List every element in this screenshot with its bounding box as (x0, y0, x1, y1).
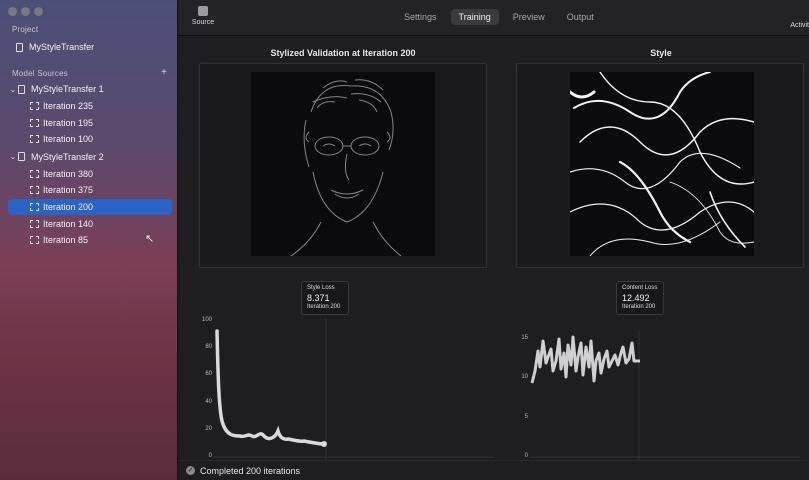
content-loss-iteration: Iteration 200 (622, 303, 656, 310)
iteration-label: Iteration 200 (43, 202, 94, 212)
validation-title: Stylized Validation at Iteration 200 (270, 48, 416, 58)
style-loss-tooltip: Style Loss 8.371 Iteration 200 (301, 281, 349, 316)
iteration-item[interactable]: Iteration 380 (8, 166, 172, 182)
style-loss-ytick: 40 (205, 398, 212, 405)
add-model-source-button[interactable]: + (161, 67, 167, 78)
snapshot-icon (30, 102, 39, 110)
iteration-label: Iteration 375 (43, 185, 94, 196)
iteration-label: Iteration 100 (43, 134, 94, 145)
iteration-label: Iteration 140 (43, 218, 94, 229)
style-image-frame (516, 63, 804, 268)
sidebar: Project MyStyleTransfer Model Sources + … (0, 0, 178, 480)
model-source-item[interactable]: ⌄ MyStyleTransfer 1 (8, 81, 172, 97)
iteration-item[interactable]: Iteration 140 (8, 216, 172, 232)
content-loss-ytick: 5 (524, 413, 528, 420)
style-loss-ytick: 60 (205, 371, 212, 378)
style-loss-ytick: 0 (208, 453, 212, 459)
content-loss-value: 12.492 (622, 292, 650, 303)
zoom-window-button[interactable] (34, 7, 43, 16)
chevron-down-icon[interactable]: ⌄ (8, 85, 18, 94)
style-loss-value: 8.371 (307, 292, 330, 303)
content-loss-curve (530, 335, 640, 384)
training-pane: Stylized Validation at Iteration 200 Sty… (178, 36, 809, 480)
model-document-icon (18, 84, 25, 94)
validation-image-frame (199, 63, 487, 268)
content-loss-tooltip: Content Loss 12.492 Iteration 200 (616, 281, 664, 316)
iteration-label: Iteration 85 (43, 235, 89, 246)
snapshot-icon (30, 169, 39, 178)
iteration-item[interactable]: Iteration 100 (8, 131, 172, 147)
snapshot-icon (30, 236, 39, 245)
tab-preview[interactable]: Preview (505, 9, 553, 25)
source-toolbar-button[interactable]: Source (190, 6, 216, 26)
iteration-item[interactable]: Iteration 195 (8, 115, 172, 131)
style-loss-iteration: Iteration 200 (307, 303, 341, 310)
model-document-icon (18, 152, 25, 162)
model-source-item[interactable]: ⌄ MyStyleTransfer 2 (8, 149, 172, 165)
snapshot-icon (30, 186, 39, 195)
activity-toolbar-button[interactable]: Activit (790, 22, 809, 29)
tab-output[interactable]: Output (559, 9, 602, 25)
project-section-label: Project (12, 25, 39, 34)
iteration-label: Iteration 380 (43, 168, 94, 179)
sidebar-toggle-icon (198, 6, 208, 16)
tab-training[interactable]: Training (450, 9, 499, 25)
style-loss-curve (215, 329, 326, 446)
style-title: Style (650, 48, 672, 58)
iteration-label: Iteration 195 (43, 117, 94, 128)
snapshot-icon (30, 219, 39, 228)
snapshot-icon (30, 118, 39, 127)
checkmark-icon: ✓ (186, 466, 195, 475)
stylized-validation-image (251, 72, 435, 256)
model-source-label: MyStyleTransfer 1 (31, 84, 104, 94)
project-item[interactable]: MyStyleTransfer (8, 39, 172, 55)
status-bar: ✓ Completed 200 iterations (178, 460, 809, 480)
toolbar: Source Settings Training Preview Output Act… (178, 0, 809, 36)
model-sources-label: Model Sources (12, 69, 68, 78)
project-document-icon (16, 42, 23, 52)
iteration-item[interactable]: Iteration 375 (8, 182, 172, 198)
tab-settings[interactable]: Settings (396, 9, 445, 25)
content-loss-label: Content Loss (622, 285, 658, 291)
content-loss-chart (530, 331, 800, 460)
minimize-window-button[interactable] (21, 7, 30, 16)
source-label: Source (191, 19, 215, 26)
style-loss-point (321, 441, 327, 447)
style-loss-ytick: 80 (205, 344, 212, 351)
mouse-cursor-icon: ↖ (145, 233, 155, 245)
project-name: MyStyleTransfer (29, 42, 95, 52)
iteration-item[interactable]: Iteration 200 (8, 199, 172, 215)
content-loss-ytick: 10 (521, 374, 528, 381)
style-loss-chart (214, 318, 494, 460)
snapshot-icon (30, 135, 39, 144)
snapshot-icon (30, 203, 39, 211)
style-image (570, 72, 754, 256)
iteration-item[interactable]: Iteration 235 (8, 98, 172, 114)
style-loss-ytick: 100 (201, 317, 212, 323)
close-window-button[interactable] (8, 7, 17, 16)
tab-bar: Settings Training Preview Output (396, 9, 602, 25)
style-loss-ytick: 20 (205, 425, 212, 432)
status-text: Completed 200 iterations (200, 465, 301, 476)
model-source-label: MyStyleTransfer 2 (31, 151, 104, 162)
content-loss-ytick: 0 (524, 453, 528, 459)
iteration-label: Iteration 235 (43, 101, 94, 111)
content-loss-ytick: 15 (521, 335, 528, 341)
chevron-down-icon[interactable]: ⌄ (8, 152, 18, 161)
style-loss-label: Style Loss (307, 285, 335, 291)
